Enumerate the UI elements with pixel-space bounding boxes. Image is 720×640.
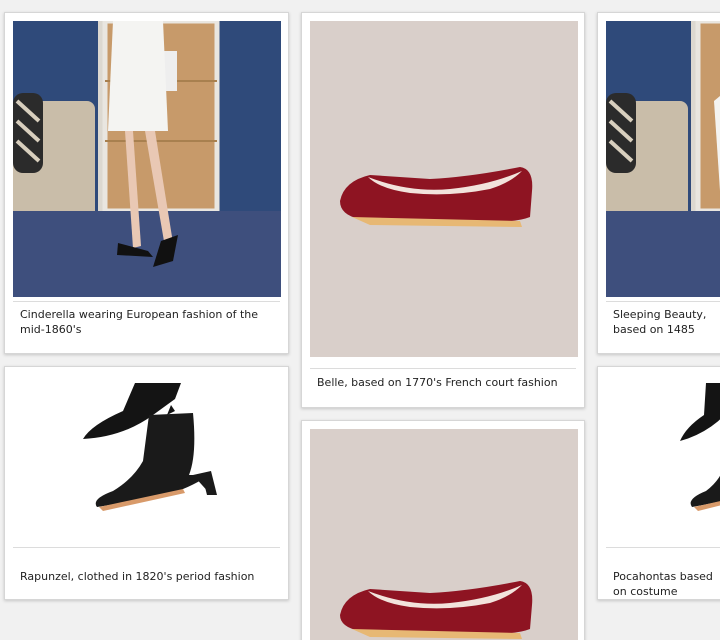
card-caption: Cinderella wearing European fashion of t… xyxy=(20,308,259,336)
red-suede-flat-shoe-photo[interactable] xyxy=(310,429,578,640)
card-caption: Belle, based on 1770's French court fash… xyxy=(317,376,558,389)
product-card-cinderella[interactable]: Cinderella wearing European fashion of t… xyxy=(4,12,289,354)
woman-in-black-flats-photo[interactable] xyxy=(606,21,720,297)
product-grid: Cinderella wearing European fashion of t… xyxy=(0,0,720,640)
caption-divider xyxy=(13,547,280,548)
card-caption: Sleeping Beauty, based on 1485 xyxy=(613,308,707,336)
product-card-pocahontas[interactable]: Pocahontas based on costume xyxy=(597,366,720,600)
caption-divider xyxy=(13,301,280,302)
black-ankle-boots-photo[interactable] xyxy=(606,375,720,545)
caption-divider xyxy=(606,547,720,548)
caption-divider xyxy=(606,301,720,302)
caption-divider xyxy=(310,368,576,369)
product-card-red-flat[interactable] xyxy=(301,420,585,640)
card-caption: Rapunzel, clothed in 1820's period fashi… xyxy=(20,570,255,583)
product-card-belle[interactable]: Belle, based on 1770's French court fash… xyxy=(301,12,585,408)
woman-in-black-flats-photo[interactable] xyxy=(13,21,281,297)
card-caption: Pocahontas based on costume xyxy=(613,570,713,598)
product-card-sleeping-beauty[interactable]: Sleeping Beauty, based on 1485 xyxy=(597,12,720,354)
product-card-rapunzel[interactable]: Rapunzel, clothed in 1820's period fashi… xyxy=(4,366,289,600)
red-suede-flat-shoe-photo[interactable] xyxy=(310,21,578,357)
black-ankle-boots-photo[interactable] xyxy=(13,375,281,545)
